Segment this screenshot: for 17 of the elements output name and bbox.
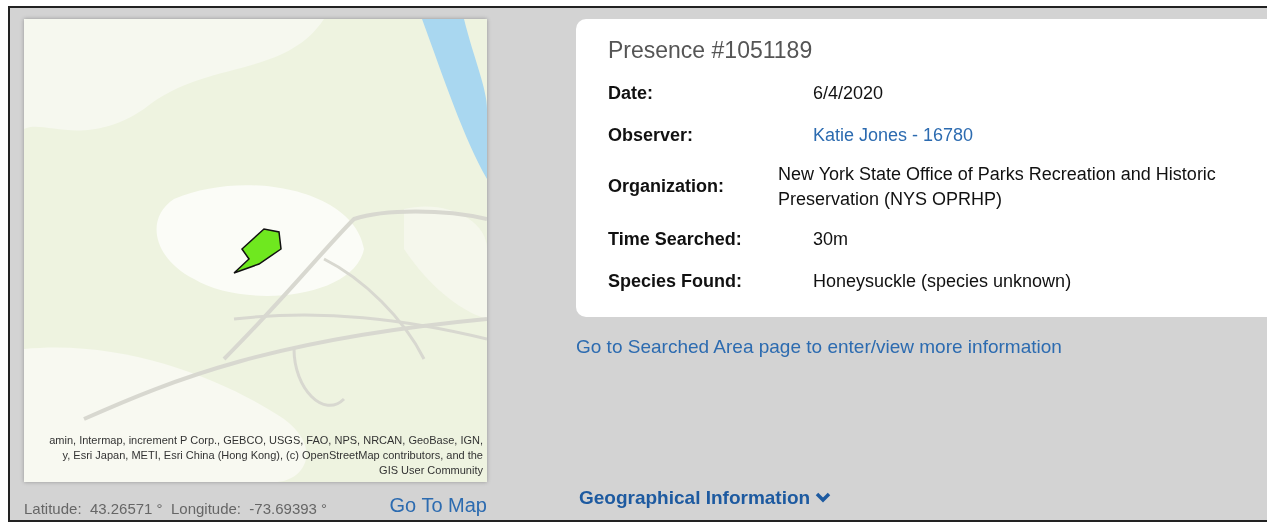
geographical-information-toggle[interactable]: Geographical Information — [579, 483, 1267, 512]
field-value: 30m — [812, 228, 848, 252]
go-to-map-link[interactable]: Go To Map — [389, 490, 487, 520]
chevron-down-icon — [815, 492, 832, 505]
presence-title: Presence #1051189 — [608, 37, 814, 65]
field-label: Observer: — [608, 124, 695, 148]
field-label: Organization: — [608, 175, 725, 199]
field-value: New York State Office of Parks Recreation and Historic Preservation (NYS OPRHP) — [778, 162, 1217, 211]
field-label: Time Searched: — [608, 228, 743, 252]
field-value: Honeysuckle (species unknown) — [812, 270, 1072, 294]
field-label: Species Found: — [608, 270, 743, 294]
map-attribution: amin, Intermap, increment P Corp., GEBCO, USGS, FAO, NPS, NRCAN, GeoBase, IGN, y, Esri Japan, METI, Esri China (Hong Kong), (c) OpenStreetMap contributors, and the GIS User Community — [49, 433, 483, 478]
observer-link[interactable]: Katie Jones - 16780 — [778, 122, 974, 150]
searched-area-link[interactable]: Go to Searched Area page to enter/view more information — [576, 332, 1267, 362]
coordinates-text: Latitude: 43.26571 ° Longitude: -73.69393 ° — [24, 498, 328, 519]
field-value: 6/4/2020 — [812, 82, 884, 106]
field-label: Date: — [608, 82, 654, 106]
